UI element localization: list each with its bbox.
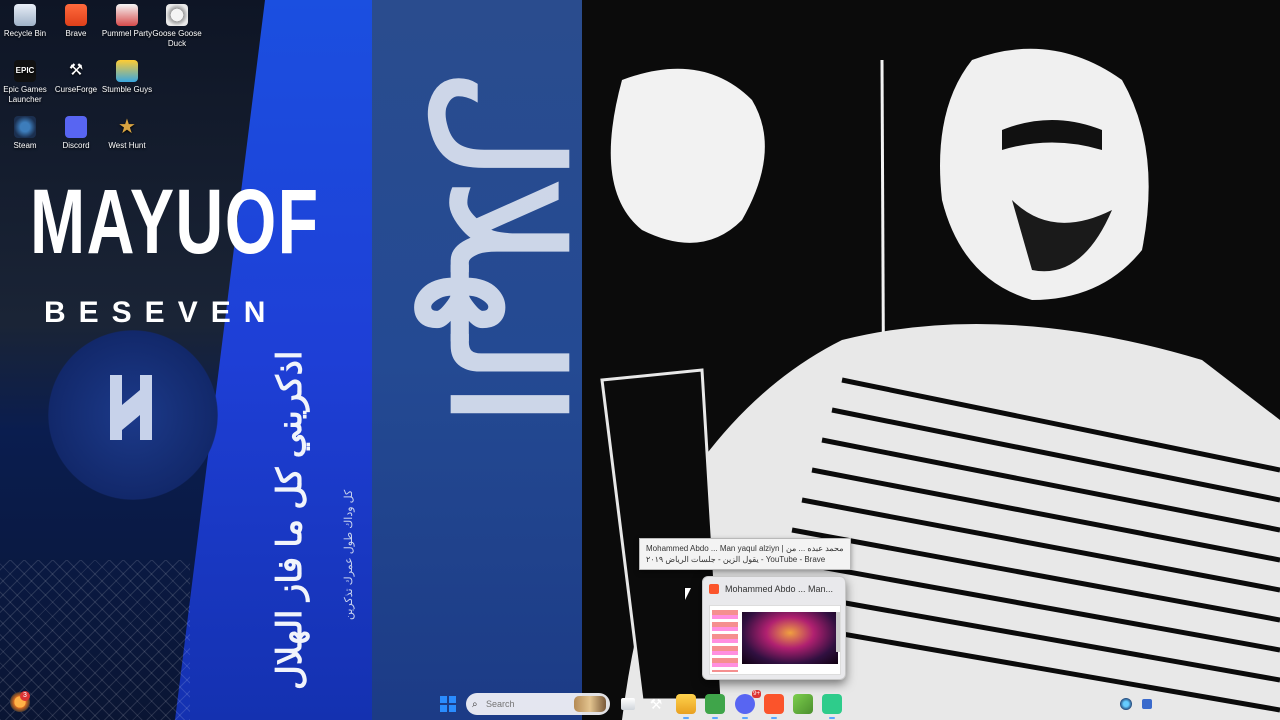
pummel-party-icon: [116, 4, 138, 26]
desktop-icon-label: Recycle Bin: [3, 29, 47, 38]
recycle-bin-icon: [14, 4, 36, 26]
windows-logo-pane: [449, 705, 456, 712]
task-view-button[interactable]: [621, 698, 635, 710]
wallpaper-subtitle: BESEVEN: [44, 296, 279, 329]
taskbar-file-explorer[interactable]: [676, 694, 696, 719]
goose-goose-duck-icon: [166, 4, 188, 26]
discord-icon: [65, 116, 87, 138]
desktop-icon-label: Stumble Guys: [101, 85, 153, 94]
preview-title: Mohammed Abdo ... Man...: [725, 584, 834, 594]
taskbar-search[interactable]: ⌕: [466, 693, 610, 715]
thumbnail-sidebar: [712, 610, 738, 672]
preview-thumbnail[interactable]: [709, 605, 841, 675]
desktop-icon-recycle-bin[interactable]: Recycle Bin: [0, 4, 53, 39]
desktop-icon-label: Steam: [13, 141, 37, 150]
desktop-icon-label: CurseForge: [54, 85, 98, 94]
epic-games-icon: EPIC: [14, 60, 36, 82]
window-preview[interactable]: Mohammed Abdo ... Man...: [702, 576, 846, 680]
brave-icon: [709, 584, 719, 594]
west-hunt-icon: ★: [118, 116, 136, 138]
tray-icon[interactable]: [1142, 699, 1152, 709]
tooltip-line-2: يقول الزين - جلسات الرياض ٢٠١٩ - YouTube…: [646, 555, 826, 564]
thumbnail-video: [742, 612, 838, 664]
desktop-icon-epic-games[interactable]: EPIC Epic Games Launcher: [0, 60, 53, 105]
windows-logo-icon: [440, 696, 447, 703]
wallpaper-verse-sub: كل وداك طول عمرك تذكرين: [343, 489, 355, 620]
desktop-icon-label: Pummel Party: [101, 29, 153, 38]
taskbar-brave[interactable]: [764, 694, 784, 719]
notification-badge: 3: [20, 691, 30, 701]
taskbar-tooltip: Mohammed Abdo ... Man yaqul alziyn | محم…: [639, 538, 851, 570]
preview-header: Mohammed Abdo ... Man...: [703, 577, 845, 601]
al-hilal-logo-icon: [110, 375, 152, 440]
desktop-icon-west-hunt[interactable]: ★ West Hunt: [99, 116, 155, 151]
taskbar-app[interactable]: [822, 694, 842, 719]
discord-badge: 9+: [752, 690, 761, 698]
taskbar-discord[interactable]: 9+: [735, 690, 761, 719]
desktop-icon-steam[interactable]: Steam: [0, 116, 53, 151]
desktop-icon-curseforge[interactable]: ⚒ CurseForge: [48, 60, 104, 95]
desktop-icon-stumble-guys[interactable]: Stumble Guys: [99, 60, 155, 95]
wallpaper-club-text: الهلال: [421, 70, 589, 426]
taskbar-minecraft[interactable]: [705, 694, 725, 719]
windows-logo-pane: [449, 696, 456, 703]
brave-icon: [65, 4, 87, 26]
stumble-guys-icon: [116, 60, 138, 82]
steam-icon: [14, 116, 36, 138]
taskbar-curseforge[interactable]: ⚒: [646, 694, 666, 714]
search-icon: ⌕: [472, 698, 478, 710]
desktop-icon-discord[interactable]: Discord: [48, 116, 104, 151]
wallpaper-portrait: [582, 0, 1280, 720]
taskbar-minecraft-launcher[interactable]: [793, 694, 813, 714]
portrait-art: [600, 48, 1280, 720]
desktop-icon-label: Epic Games Launcher: [3, 85, 47, 104]
search-highlight-icon: [574, 696, 606, 712]
desktop-icon-pummel-party[interactable]: Pummel Party: [99, 4, 155, 39]
windows-logo-pane: [440, 705, 447, 712]
mouse-cursor: [684, 587, 691, 600]
desktop-icon-brave[interactable]: Brave: [48, 4, 104, 39]
desktop-icon-label: West Hunt: [108, 141, 146, 150]
tooltip-line-1: Mohammed Abdo ... Man yaqul alziyn | محم…: [646, 544, 844, 553]
wallpaper-name: MAYUOF: [30, 171, 320, 273]
curseforge-icon: ⚒: [68, 62, 84, 79]
desktop-icon-goose-goose-duck[interactable]: Goose Goose Duck: [149, 4, 205, 49]
desktop-icon-label: Brave: [65, 29, 87, 38]
desktop-icon-label: Discord: [62, 141, 90, 150]
tray-icon[interactable]: [1120, 698, 1132, 710]
desktop-wallpaper: الهلال اذكريني كل ما فاز الهلال كل وداك …: [0, 0, 1280, 720]
desktop-icon-label: Goose Goose Duck: [152, 29, 202, 48]
thumbnail-scrollbar: [836, 612, 840, 652]
start-button[interactable]: [440, 696, 456, 712]
search-input[interactable]: [486, 699, 576, 709]
wallpaper-verse: اذكريني كل ما فاز الهلال: [271, 350, 309, 690]
taskbar: 3 ⌕ ⚒ 9+: [0, 688, 1280, 720]
